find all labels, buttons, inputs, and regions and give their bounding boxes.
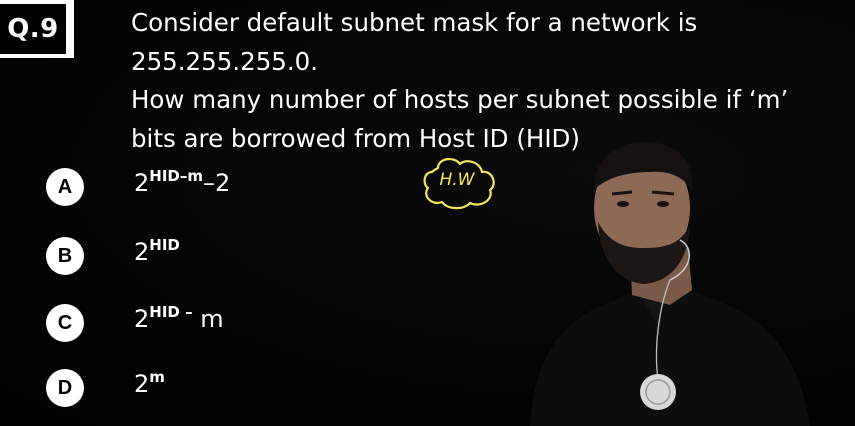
question-line-2: 255.255.255.0. bbox=[131, 46, 319, 76]
option-c[interactable]: C 2HID – m bbox=[46, 303, 224, 343]
question-number-box: Q.9 bbox=[0, 0, 74, 58]
question-line-1: Consider default subnet mask for a netwo… bbox=[131, 8, 698, 37]
video-frame: Q.9 Consider default subnet mask for a n… bbox=[0, 0, 855, 426]
option-b-text: 2HID bbox=[134, 236, 180, 266]
option-d-text: 2m bbox=[134, 368, 165, 398]
option-c-badge: C bbox=[46, 304, 84, 342]
option-c-text: 2HID – m bbox=[134, 303, 224, 333]
option-b-badge: B bbox=[46, 237, 84, 275]
option-a-text: 2HID–m–2 bbox=[134, 167, 231, 197]
question-line-3: How many number of hosts per subnet poss… bbox=[131, 85, 789, 114]
option-b[interactable]: B 2HID bbox=[46, 236, 180, 276]
homework-annotation: H.W bbox=[439, 170, 475, 190]
option-a-badge: A bbox=[46, 168, 84, 206]
option-a[interactable]: A 2HID–m–2 bbox=[46, 167, 230, 207]
question-number: Q.9 bbox=[0, 4, 66, 54]
option-d[interactable]: D 2m bbox=[46, 368, 165, 408]
presenter-image bbox=[530, 141, 810, 426]
option-d-badge: D bbox=[46, 369, 84, 407]
